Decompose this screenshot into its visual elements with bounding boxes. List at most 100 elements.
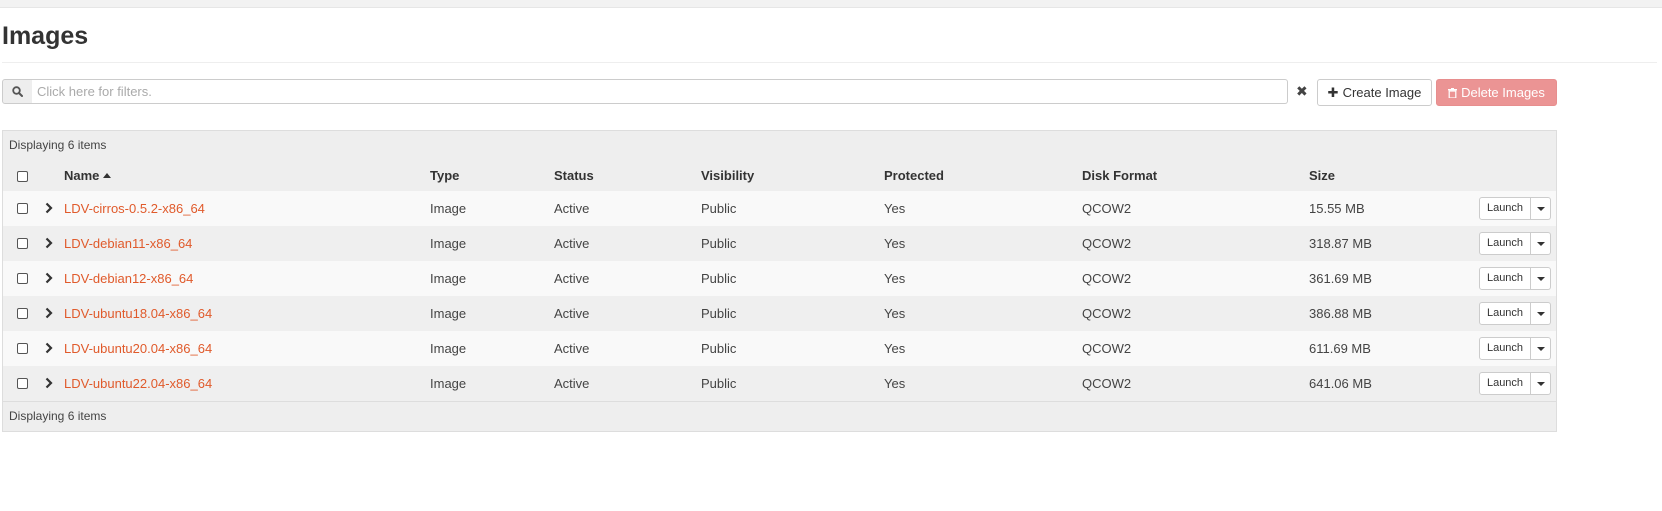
chevron-right-icon[interactable]	[45, 272, 53, 284]
table-header: Name Type Status Visibility Protected Di…	[3, 160, 1556, 192]
delete-images-button[interactable]: Delete Images	[1436, 79, 1557, 106]
search-icon	[12, 86, 23, 97]
caret-down-icon	[1537, 312, 1545, 316]
cell-protected: Yes	[884, 271, 906, 286]
image-name-link[interactable]: LDV-debian12-x86_64	[64, 261, 193, 296]
cell-visibility: Public	[701, 236, 737, 251]
cell-protected: Yes	[884, 376, 906, 391]
cell-protected: Yes	[884, 236, 906, 251]
item-count-top: Displaying 6 items	[3, 131, 1556, 160]
page-title: Images	[2, 22, 89, 50]
chevron-right-icon[interactable]	[45, 202, 53, 214]
cell-size: 641.06 MB	[1309, 376, 1372, 391]
caret-down-icon	[1537, 207, 1545, 211]
table-row: LDV-cirros-0.5.2-x86_64 Image Active Pub…	[3, 191, 1556, 227]
cell-disk-format: QCOW2	[1082, 341, 1132, 356]
row-checkbox[interactable]	[17, 238, 28, 249]
launch-button[interactable]: Launch	[1479, 267, 1531, 290]
filter-bar: ✖	[2, 79, 1313, 104]
launch-button[interactable]: Launch	[1479, 302, 1531, 325]
launch-button[interactable]: Launch	[1479, 337, 1531, 360]
launch-dropdown-toggle[interactable]	[1531, 337, 1551, 360]
cell-status: Active	[554, 271, 590, 286]
filter-input[interactable]	[32, 79, 1288, 104]
row-checkbox[interactable]	[17, 308, 28, 319]
row-checkbox[interactable]	[17, 343, 28, 354]
caret-down-icon	[1537, 277, 1545, 281]
cell-status: Active	[554, 306, 590, 321]
image-name-link[interactable]: LDV-ubuntu20.04-x86_64	[64, 331, 212, 366]
launch-button[interactable]: Launch	[1479, 372, 1531, 395]
cell-protected: Yes	[884, 201, 906, 216]
cell-size: 386.88 MB	[1309, 306, 1372, 321]
trash-icon	[1448, 88, 1458, 99]
image-name-link[interactable]: LDV-ubuntu18.04-x86_64	[64, 296, 212, 331]
row-checkbox[interactable]	[17, 203, 28, 214]
launch-dropdown-toggle[interactable]	[1531, 232, 1551, 255]
column-header-disk-format[interactable]: Disk Format	[1082, 160, 1157, 191]
plus-icon: ✚	[1327, 85, 1339, 100]
title-divider	[2, 62, 1657, 63]
chevron-right-icon[interactable]	[45, 377, 53, 389]
column-header-visibility[interactable]: Visibility	[701, 160, 754, 191]
cell-disk-format: QCOW2	[1082, 201, 1132, 216]
chevron-right-icon[interactable]	[45, 237, 53, 249]
cell-type: Image	[430, 236, 467, 251]
select-all-checkbox[interactable]	[17, 171, 28, 182]
table-row: LDV-ubuntu22.04-x86_64 Image Active Publ…	[3, 366, 1556, 402]
cell-size: 611.69 MB	[1309, 341, 1371, 356]
chevron-right-icon[interactable]	[45, 307, 53, 319]
row-checkbox[interactable]	[17, 273, 28, 284]
table-row: LDV-ubuntu18.04-x86_64 Image Active Publ…	[3, 296, 1556, 332]
cell-status: Active	[554, 236, 590, 251]
caret-down-icon	[1537, 242, 1545, 246]
cell-status: Active	[554, 201, 590, 216]
image-name-text[interactable]: LDV-ubuntu18.04-x86_64	[64, 306, 212, 321]
column-header-size[interactable]: Size	[1309, 160, 1335, 191]
cell-protected: Yes	[884, 306, 906, 321]
clear-filter-icon[interactable]: ✖	[1296, 83, 1308, 99]
cell-visibility: Public	[701, 271, 737, 286]
launch-dropdown-toggle[interactable]	[1531, 267, 1551, 290]
chevron-right-icon[interactable]	[45, 342, 53, 354]
create-image-button[interactable]: ✚ Create Image	[1317, 79, 1432, 106]
column-header-status[interactable]: Status	[554, 160, 594, 191]
launch-dropdown-toggle[interactable]	[1531, 372, 1551, 395]
launch-button[interactable]: Launch	[1479, 232, 1531, 255]
top-bar	[0, 0, 1662, 8]
column-name-label: Name	[64, 168, 100, 183]
image-name-text[interactable]: LDV-debian12-x86_64	[64, 271, 193, 286]
cell-disk-format: QCOW2	[1082, 306, 1132, 321]
launch-dropdown-toggle[interactable]	[1531, 302, 1551, 325]
image-name-text[interactable]: LDV-cirros-0.5.2-x86_64	[64, 201, 205, 216]
cell-visibility: Public	[701, 341, 737, 356]
cell-protected: Yes	[884, 341, 906, 356]
search-addon	[2, 79, 33, 104]
cell-disk-format: QCOW2	[1082, 236, 1132, 251]
image-name-link[interactable]: LDV-cirros-0.5.2-x86_64	[64, 191, 205, 226]
image-name-link[interactable]: LDV-debian11-x86_64	[64, 226, 192, 261]
image-name-text[interactable]: LDV-debian11-x86_64	[64, 236, 192, 251]
cell-size: 361.69 MB	[1309, 271, 1372, 286]
cell-type: Image	[430, 201, 467, 216]
cell-type: Image	[430, 306, 467, 321]
item-count-text: Displaying 6 items	[9, 409, 107, 423]
column-header-name[interactable]: Name	[64, 160, 112, 191]
column-header-type[interactable]: Type	[430, 160, 459, 191]
item-count-bottom: Displaying 6 items	[3, 401, 1556, 431]
row-checkbox[interactable]	[17, 378, 28, 389]
images-table: Displaying 6 items Name Type Status Visi…	[2, 130, 1557, 432]
launch-dropdown-toggle[interactable]	[1531, 197, 1551, 220]
column-header-protected[interactable]: Protected	[884, 160, 944, 191]
create-image-label: Create Image	[1342, 85, 1422, 100]
item-count-text: Displaying 6 items	[9, 138, 107, 152]
image-name-text[interactable]: LDV-ubuntu22.04-x86_64	[64, 376, 212, 391]
sort-ascending-icon	[103, 173, 112, 178]
cell-size: 15.55 MB	[1309, 201, 1365, 216]
image-name-text[interactable]: LDV-ubuntu20.04-x86_64	[64, 341, 212, 356]
cell-visibility: Public	[701, 306, 737, 321]
image-name-link[interactable]: LDV-ubuntu22.04-x86_64	[64, 366, 212, 401]
launch-button[interactable]: Launch	[1479, 197, 1531, 220]
delete-images-label: Delete Images	[1461, 85, 1545, 100]
cell-type: Image	[430, 376, 467, 391]
